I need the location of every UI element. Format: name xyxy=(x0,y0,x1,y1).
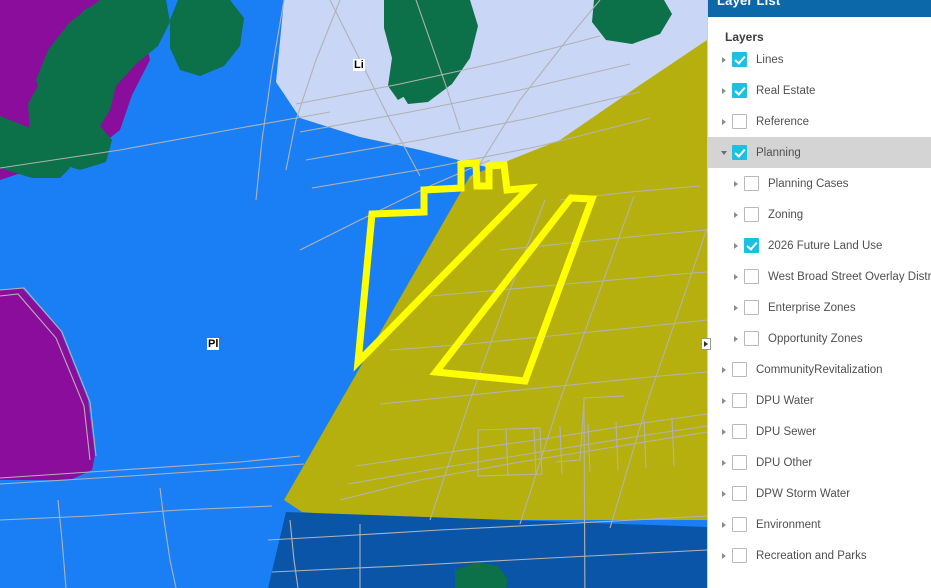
chevron-right-glyph xyxy=(734,243,738,249)
chevron-right-glyph xyxy=(722,491,726,497)
checkbox-unchecked[interactable] xyxy=(732,486,747,501)
layer-label: 2026 Future Land Use xyxy=(768,239,882,253)
checkbox-unchecked[interactable] xyxy=(744,269,759,284)
checkbox-checked[interactable] xyxy=(732,83,747,98)
chevron-right-glyph xyxy=(722,398,726,404)
layer-row[interactable]: Planning xyxy=(708,137,931,168)
layer-label: Environment xyxy=(756,518,821,532)
checkbox-unchecked[interactable] xyxy=(744,331,759,346)
layer-row[interactable]: DPU Sewer xyxy=(708,416,931,447)
chevron-right-glyph xyxy=(734,336,738,342)
checkbox-unchecked[interactable] xyxy=(744,176,759,191)
chevron-right-glyph xyxy=(722,119,726,125)
layer-label: DPU Water xyxy=(756,394,814,408)
map-canvas[interactable]: .pline { fill:none; stroke:#b2b2b2; stro… xyxy=(0,0,707,588)
checkbox-checked[interactable] xyxy=(732,145,747,160)
checkbox-unchecked[interactable] xyxy=(744,300,759,315)
chevron-right-glyph xyxy=(722,429,726,435)
panel-header: Layer List xyxy=(708,0,931,17)
layer-label: CommunityRevitalization xyxy=(756,363,883,377)
chevron-right-icon[interactable] xyxy=(730,209,741,220)
panel-body[interactable]: Layers Lines Real Estate Reference Planning… xyxy=(708,17,931,588)
layer-row[interactable]: 2026 Future Land Use xyxy=(708,230,931,261)
chevron-right-glyph xyxy=(734,212,738,218)
chevron-right-icon[interactable] xyxy=(718,550,729,561)
layer-list-panel: Layer List Layers Lines Real Estate Refere… xyxy=(707,0,931,588)
checkbox-unchecked[interactable] xyxy=(732,424,747,439)
layer-row[interactable]: Enterprise Zones xyxy=(708,292,931,323)
chevron-right-icon[interactable] xyxy=(730,240,741,251)
chevron-right-icon[interactable] xyxy=(730,271,741,282)
checkbox-unchecked[interactable] xyxy=(732,517,747,532)
layer-row[interactable]: Real Estate xyxy=(708,75,931,106)
layer-label: West Broad Street Overlay District xyxy=(768,270,931,284)
layer-label: Enterprise Zones xyxy=(768,301,856,315)
layers-heading: Layers xyxy=(708,17,931,44)
checkbox-unchecked[interactable] xyxy=(732,362,747,377)
layer-label: Recreation and Parks xyxy=(756,549,867,563)
layer-list[interactable]: Lines Real Estate Reference Planning Plannin… xyxy=(708,44,931,571)
chevron-right-icon[interactable] xyxy=(730,178,741,189)
layer-label: Zoning xyxy=(768,208,803,222)
layer-label: Lines xyxy=(756,53,784,67)
panel-collapse-handle[interactable] xyxy=(701,338,711,350)
layer-row[interactable]: Lines xyxy=(708,44,931,75)
layer-row[interactable]: Zoning xyxy=(708,199,931,230)
layer-row[interactable]: CommunityRevitalization xyxy=(708,354,931,385)
layer-label: DPU Sewer xyxy=(756,425,816,439)
layer-label: Real Estate xyxy=(756,84,815,98)
chevron-right-icon[interactable] xyxy=(718,54,729,65)
map-graphics: .pline { fill:none; stroke:#b2b2b2; stro… xyxy=(0,0,707,588)
checkbox-checked[interactable] xyxy=(744,238,759,253)
panel-title: Layer List xyxy=(717,0,780,7)
layer-label: Planning xyxy=(756,146,801,160)
layer-row[interactable]: Recreation and Parks xyxy=(708,540,931,571)
chevron-right-glyph xyxy=(722,522,726,528)
chevron-right-icon[interactable] xyxy=(718,519,729,530)
chevron-right-glyph xyxy=(734,305,738,311)
layer-row[interactable]: Environment xyxy=(708,509,931,540)
chevron-right-icon xyxy=(704,341,708,347)
map-label-pl: Pl xyxy=(207,338,219,350)
chevron-right-glyph xyxy=(722,367,726,373)
layer-row[interactable]: DPU Water xyxy=(708,385,931,416)
layer-row[interactable]: West Broad Street Overlay District xyxy=(708,261,931,292)
checkbox-unchecked[interactable] xyxy=(732,455,747,470)
chevron-down-glyph xyxy=(721,151,727,155)
checkbox-unchecked[interactable] xyxy=(732,548,747,563)
layer-row[interactable]: Opportunity Zones xyxy=(708,323,931,354)
chevron-right-glyph xyxy=(722,57,726,63)
layer-label: DPU Other xyxy=(756,456,812,470)
layer-row[interactable]: Planning Cases xyxy=(708,168,931,199)
layer-label: Planning Cases xyxy=(768,177,849,191)
chevron-right-icon[interactable] xyxy=(718,457,729,468)
layer-label: Reference xyxy=(756,115,809,129)
chevron-right-icon[interactable] xyxy=(718,395,729,406)
layer-label: Opportunity Zones xyxy=(768,332,863,346)
checkbox-unchecked[interactable] xyxy=(732,114,747,129)
chevron-right-glyph xyxy=(722,460,726,466)
checkbox-unchecked[interactable] xyxy=(744,207,759,222)
map-application: .pline { fill:none; stroke:#b2b2b2; stro… xyxy=(0,0,931,588)
layer-label: DPW Storm Water xyxy=(756,487,850,501)
map-label-li: Li xyxy=(353,59,365,71)
chevron-right-icon[interactable] xyxy=(718,116,729,127)
layer-row[interactable]: DPW Storm Water xyxy=(708,478,931,509)
checkbox-checked[interactable] xyxy=(732,52,747,67)
chevron-right-icon[interactable] xyxy=(730,302,741,313)
chevron-right-glyph xyxy=(734,274,738,280)
checkbox-unchecked[interactable] xyxy=(732,393,747,408)
chevron-down-icon[interactable] xyxy=(718,147,729,158)
chevron-right-glyph xyxy=(722,553,726,559)
chevron-right-icon[interactable] xyxy=(718,488,729,499)
chevron-right-icon[interactable] xyxy=(718,85,729,96)
chevron-right-glyph xyxy=(722,88,726,94)
chevron-right-icon[interactable] xyxy=(730,333,741,344)
chevron-right-icon[interactable] xyxy=(718,426,729,437)
layer-row[interactable]: DPU Other xyxy=(708,447,931,478)
chevron-right-icon[interactable] xyxy=(718,364,729,375)
layer-row[interactable]: Reference xyxy=(708,106,931,137)
chevron-right-glyph xyxy=(734,181,738,187)
